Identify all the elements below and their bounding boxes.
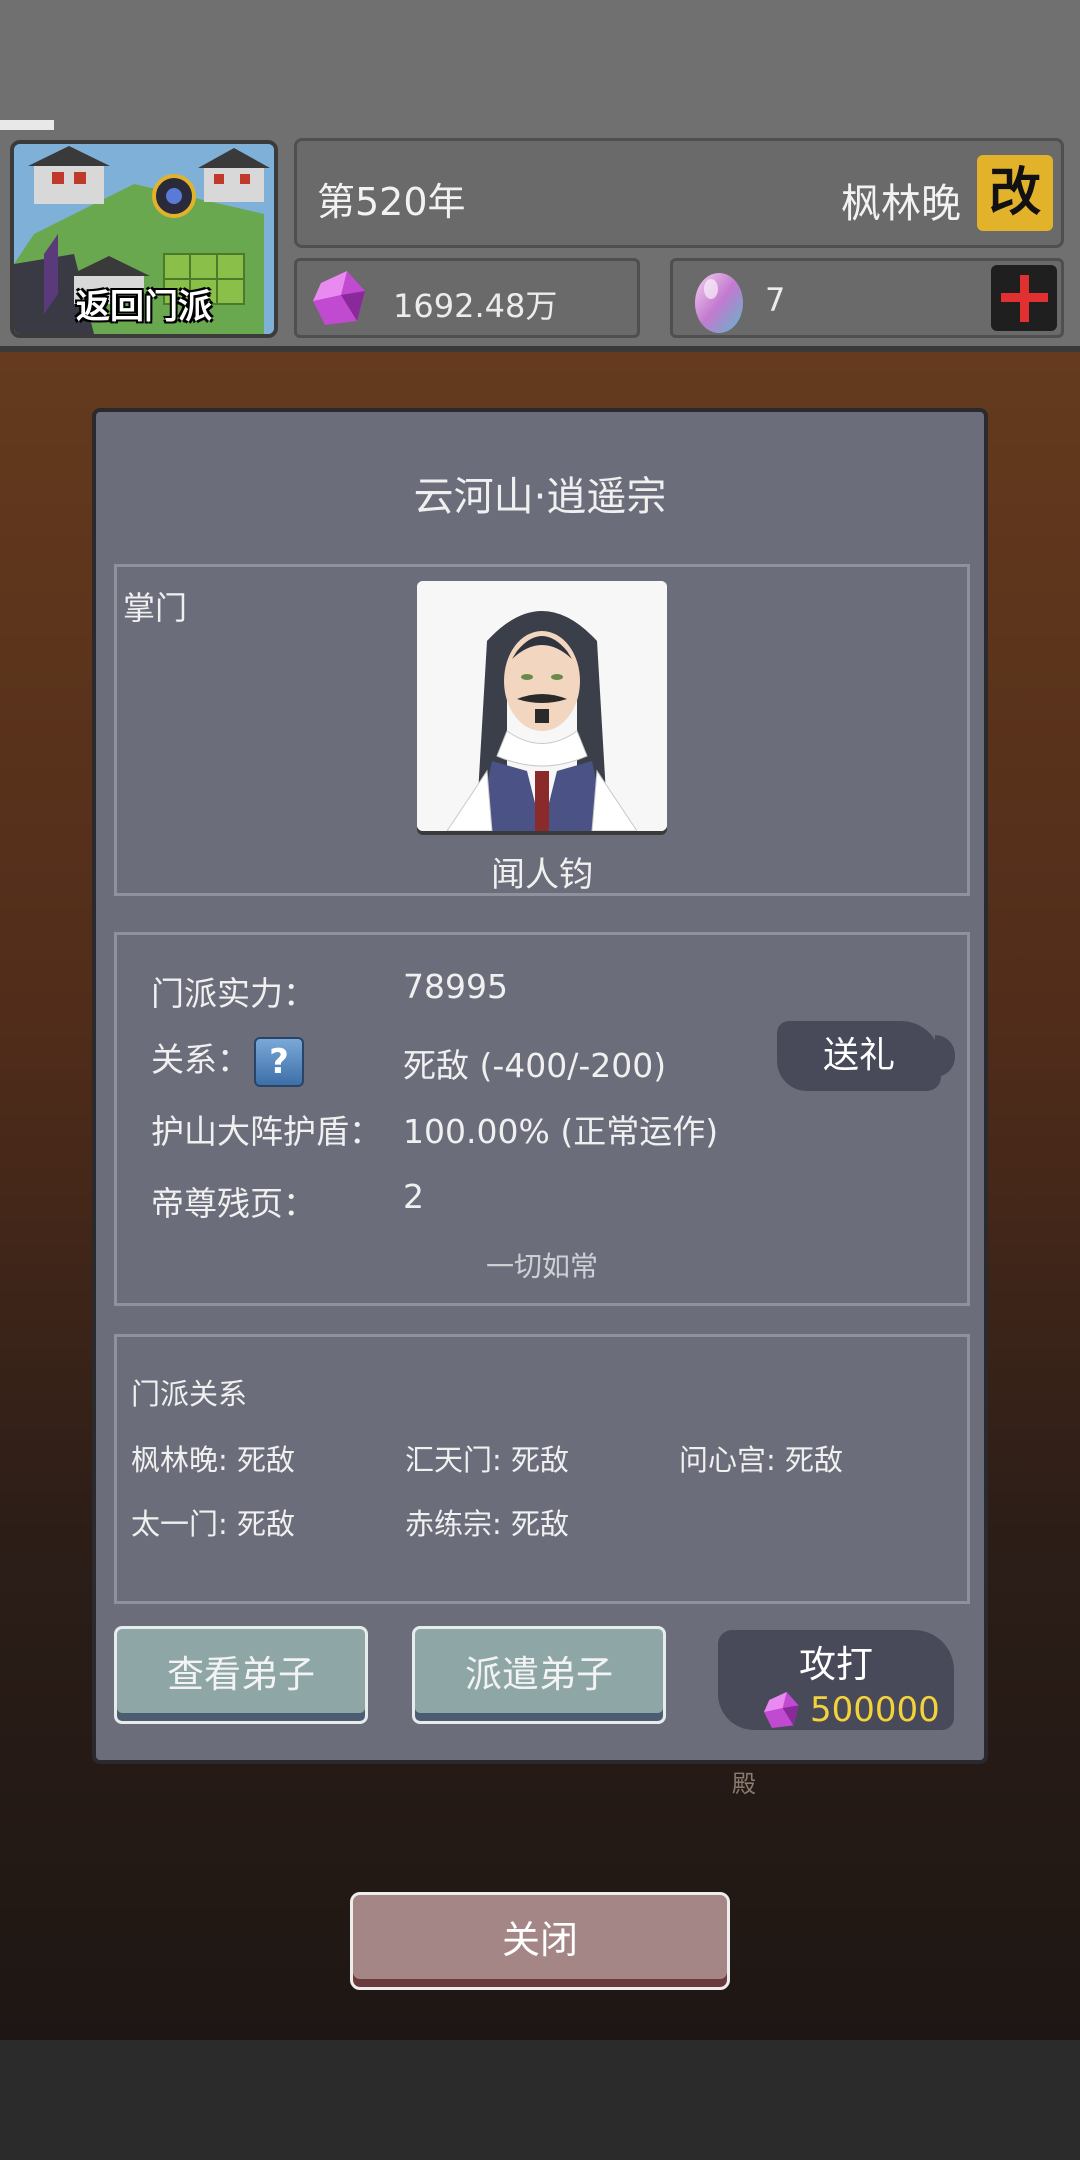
spirit-egg-icon: [695, 273, 743, 333]
scroll-indicator: [0, 120, 54, 130]
power-label: 门派实力：: [151, 974, 316, 1013]
egg-value: 7: [765, 281, 786, 319]
leader-name: 闻人钧: [491, 855, 593, 895]
pages-label: 帝尊残页：: [151, 1184, 316, 1223]
attack-button[interactable]: 攻打 500000: [718, 1630, 954, 1730]
relation-row-label: 关系：?: [151, 1033, 304, 1087]
pages-value: 2: [403, 1177, 424, 1216]
relation-item: 太一门: 死敌: [131, 1507, 295, 1541]
stats-panel: 门派实力： 78995 关系：? 死敌 (-400/-200) 送礼 护山大阵护…: [114, 932, 970, 1306]
attack-label: 攻打: [799, 1643, 873, 1686]
relation-item: 问心宫: 死敌: [679, 1443, 843, 1477]
year-panel: 第520年 枫林晚 改: [294, 138, 1064, 248]
return-to-sect-button[interactable]: 返回门派: [10, 140, 278, 338]
relation-item: 赤练宗: 死敌: [405, 1507, 569, 1541]
add-eggs-button[interactable]: [991, 265, 1057, 331]
spirit-stone-counter: 1692.48万: [294, 258, 640, 338]
send-gift-button[interactable]: 送礼: [777, 1021, 955, 1091]
relations-heading: 门派关系: [131, 1377, 248, 1411]
status-note: 一切如常: [485, 1250, 598, 1283]
send-gift-label: 送礼: [822, 1035, 895, 1076]
relation-item: 枫林晚: 死敌: [131, 1443, 295, 1477]
dispatch-disciples-button[interactable]: 派遣弟子: [412, 1626, 666, 1724]
player-sect-name: 枫林晚: [841, 181, 961, 227]
power-value: 78995: [403, 967, 508, 1006]
shield-value: 100.00% (正常运作): [403, 1112, 719, 1151]
close-button[interactable]: 关闭: [350, 1892, 730, 1990]
help-icon[interactable]: ?: [254, 1036, 304, 1087]
relation-item: 汇天门: 死敌: [405, 1443, 569, 1477]
dialog-title: 云河山·逍遥宗: [413, 474, 667, 520]
leader-label: 掌门: [123, 589, 188, 627]
rename-button[interactable]: 改: [977, 155, 1053, 231]
sect-info-dialog: 云河山·逍遥宗 掌门 闻人钧 门派实力： 78995 关系： ? 死敌 (-40…: [92, 408, 988, 1764]
spirit-stone-value: 1692.48万: [393, 287, 558, 325]
top-status-bar: 返回门派 第520年 枫林晚 改 1692.48万 7: [0, 0, 1080, 352]
bottom-bar: [0, 2040, 1080, 2160]
view-disciples-button[interactable]: 查看弟子: [114, 1626, 368, 1724]
leader-panel: 掌门 闻人钧: [114, 564, 970, 896]
shield-label: 护山大阵护盾：: [151, 1112, 382, 1151]
relations-panel: 门派关系 枫林晚: 死敌 汇天门: 死敌 问心宫: 死敌 太一门: 死敌 赤练宗…: [114, 1334, 970, 1604]
year-text: 第520年: [317, 180, 466, 224]
dispatch-disciples-label: 派遣弟子: [465, 1653, 613, 1696]
relation-value: 死敌 (-400/-200): [403, 1046, 667, 1085]
view-disciples-label: 查看弟子: [167, 1653, 315, 1696]
background-hall-label: 殿: [732, 1770, 756, 1798]
return-to-sect-label: 返回门派: [76, 287, 212, 327]
attack-cost: 500000: [810, 1690, 940, 1730]
rename-icon: 改: [988, 163, 1041, 223]
close-label: 关闭: [501, 1918, 578, 1962]
egg-counter: 7: [670, 258, 1064, 338]
leader-avatar-image: [417, 581, 667, 831]
leader-portrait[interactable]: [417, 581, 667, 831]
relation-label: 关系：: [151, 1040, 250, 1079]
spirit-stone-icon: [764, 1692, 799, 1728]
spirit-stone-icon: [313, 271, 365, 325]
